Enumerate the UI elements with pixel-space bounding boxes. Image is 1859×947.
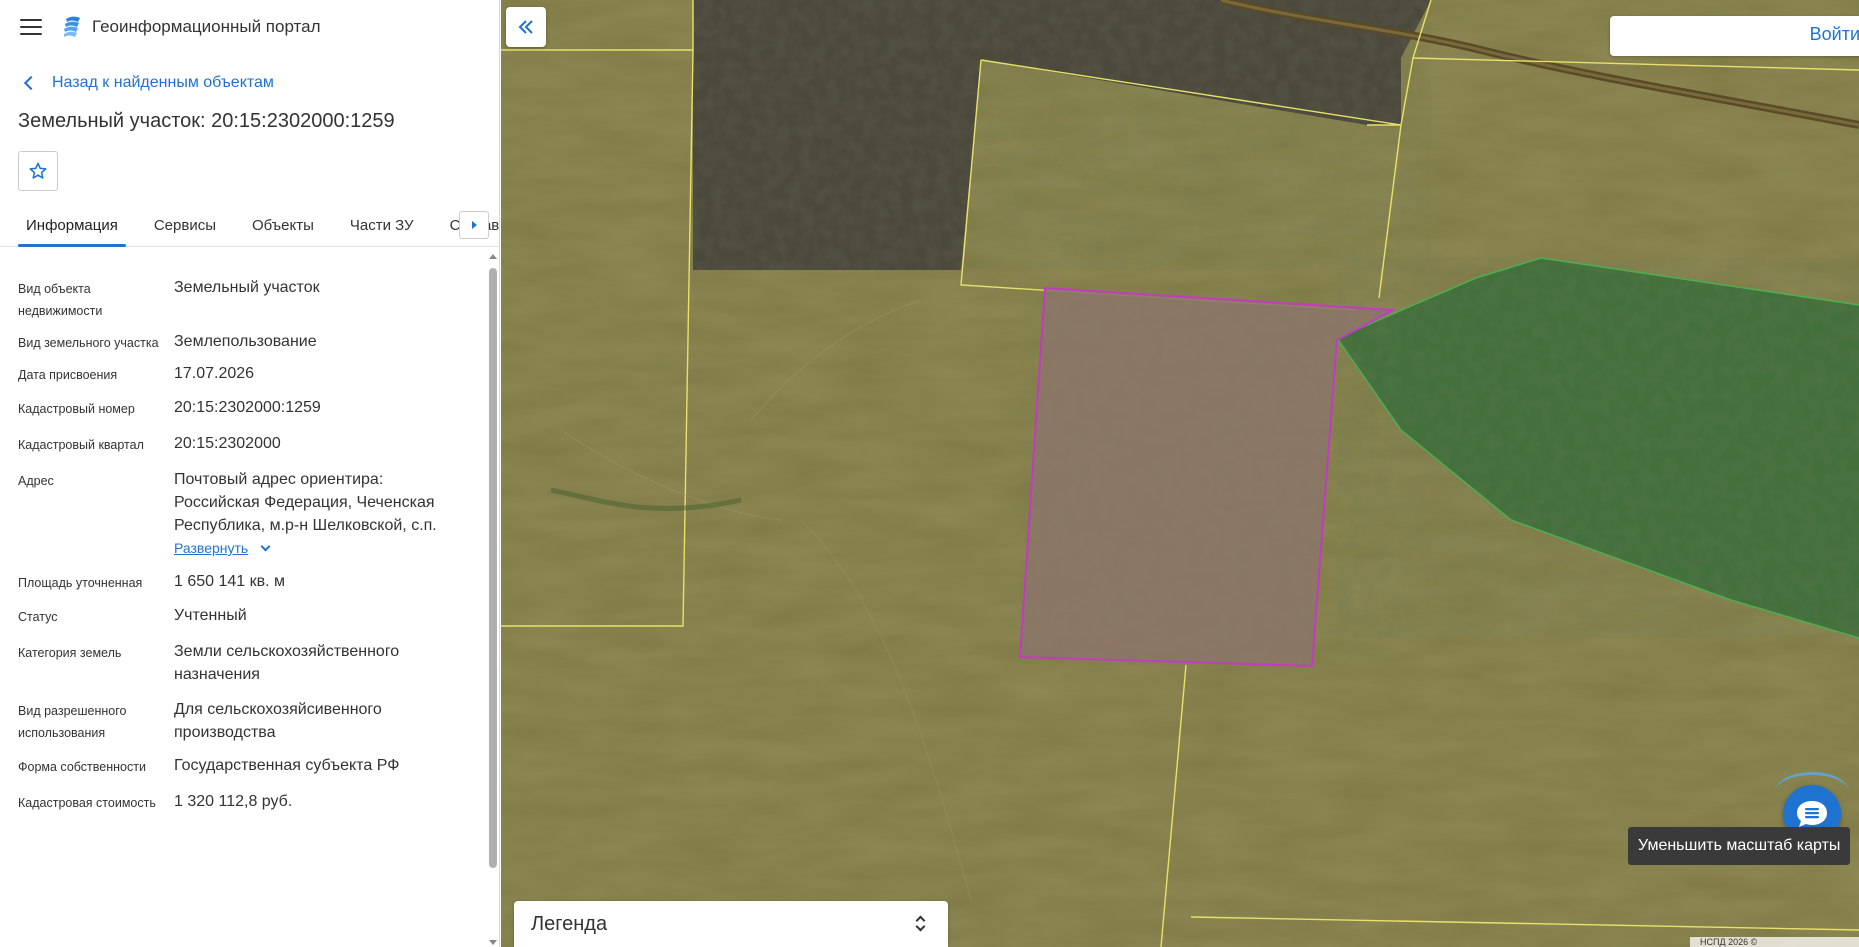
page-title: Земельный участок: 20:15:2302000:1259 [18,110,395,132]
tab-objects[interactable]: Объекты [234,205,332,246]
property-label: Вид земельного участка [18,336,159,350]
property-row: Вид разрешенного использования Для сельс… [0,698,487,744]
portal-logo-icon [64,16,80,37]
favorite-button[interactable] [18,151,58,191]
property-row: Кадастровый квартал 20:15:2302000 [0,432,487,456]
property-value-address: Почтовый адрес ориентира: Российская Фед… [174,468,487,560]
property-row: Дата присвоения 17.07.2026 [0,362,487,386]
address-text: Почтовый адрес ориентира: Российская Фед… [174,471,437,534]
property-value: 1 320 112,8 руб. [174,793,293,810]
expand-link-label: Развернуть [174,540,249,556]
property-label: Вид разрешенного использования [18,704,127,740]
property-row: Категория земель Земли сельскохозяйствен… [0,640,487,686]
property-label: Категория земель [18,646,122,660]
property-value: 20:15:2302000 [174,435,281,452]
property-label: Кадастровая стоимость [18,796,156,810]
login-panel: Войти [1610,16,1859,56]
property-label: Дата присвоения [18,368,118,382]
property-label: Площадь уточненная [18,576,143,590]
map-imagery [501,0,1859,947]
property-row: Форма собственности Государственная субъ… [0,754,487,778]
chevron-left-icon [23,75,39,91]
menu-icon[interactable] [20,19,42,35]
property-label: Статус [18,610,58,624]
chevron-up-down-icon[interactable] [915,914,926,934]
legend-panel[interactable]: Легенда [514,901,948,947]
top-bar: Геоинформационный портал [0,0,499,54]
expand-link[interactable]: Развернуть [174,537,271,560]
star-icon [29,162,47,179]
property-label: Адрес [18,474,54,488]
scroll-up-arrow[interactable] [489,254,497,259]
tab-bar: Информация Сервисы Объекты Части ЗУ Сост… [0,205,499,247]
chevron-right-icon [471,221,477,229]
property-row: Вид объекта недвижимости Земельный участ… [0,276,487,322]
property-value: Государственная субъекта РФ [174,757,400,774]
property-value: Землепользование [174,333,317,350]
properties-list: Вид объекта недвижимости Земельный участ… [0,254,487,947]
back-link-label: Назад к найденным объектам [52,74,274,91]
tab-services[interactable]: Сервисы [136,205,234,246]
app-title: Геоинформационный портал [92,17,321,36]
tabs-next-button[interactable] [459,211,489,239]
chevron-down-icon [260,541,271,552]
property-row: Кадастровая стоимость 1 320 112,8 руб. [0,790,487,814]
property-value: Учтенный [174,607,247,624]
scroll-down-arrow[interactable] [489,940,497,945]
property-row: Площадь уточненная 1 650 141 кв. м [0,570,487,594]
legend-title: Легенда [531,912,608,935]
property-row: Вид земельного участка Землепользование [0,330,487,354]
back-link[interactable]: Назад к найденным объектам [22,72,499,94]
property-row-address: Адрес Почтовый адрес ориентира: Российск… [0,468,487,560]
property-label: Кадастровый номер [18,402,135,416]
map-canvas[interactable] [501,0,1859,947]
property-value: 1 650 141 кв. м [174,573,286,590]
login-button[interactable]: Войти [1810,24,1859,45]
property-label: Форма собственности [18,760,146,774]
scroll-thumb[interactable] [489,268,497,868]
double-chevron-left-icon [518,20,533,34]
tab-information[interactable]: Информация [8,205,136,247]
sidebar: Геоинформационный портал Назад к найденн… [0,0,500,947]
property-label: Кадастровый квартал [18,438,144,452]
property-value: 17.07.2026 [174,365,255,382]
chat-icon [1797,801,1827,827]
property-value: Земли сельскохозяйственного назначения [174,643,400,683]
tab-parts[interactable]: Части ЗУ [332,205,432,246]
property-label: Вид объекта недвижимости [18,282,103,318]
collapse-sidebar-button[interactable] [506,7,546,47]
property-row: Кадастровый номер 20:15:2302000:1259 [0,396,487,420]
property-value: 20:15:2302000:1259 [174,399,321,416]
zoom-out-tooltip: Уменьшить масштаб карты [1628,827,1851,865]
property-row: Статус Учтенный [0,604,487,628]
property-value: Земельный участок [174,279,320,296]
map-attribution: НСПД 2026 © [1690,937,1859,947]
scrollbar[interactable] [488,254,498,947]
property-value: Для сельскохозяйсивенного производства [174,701,382,741]
